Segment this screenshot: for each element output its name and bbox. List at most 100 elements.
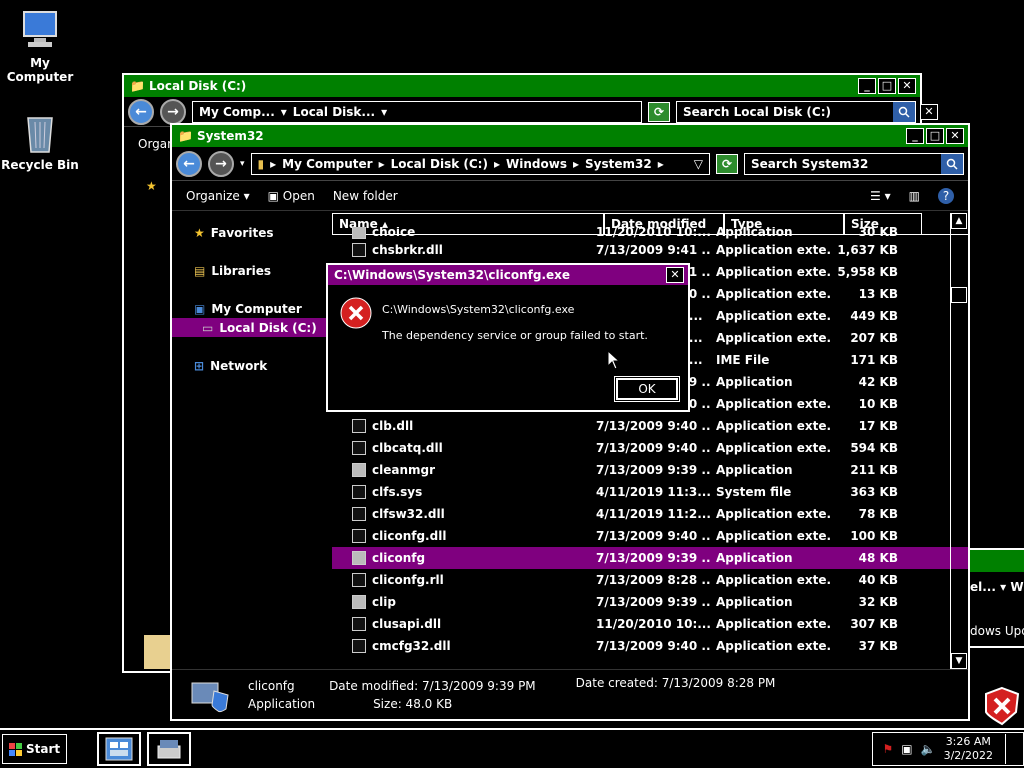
file-size: 17 KB — [858, 419, 898, 433]
file-row[interactable]: cliconfg 7/13/2009 9:39 ... Application 48 … — [332, 547, 968, 569]
breadcrumb-local-disk[interactable]: Local Disk (C:) — [391, 157, 488, 171]
breadcrumb-item[interactable]: My Comp... — [199, 105, 275, 119]
desktop-icon-my-computer[interactable]: My Computer — [0, 8, 80, 84]
title-bar[interactable]: 📁 Local Disk (C:) _ □ ✕ — [124, 75, 920, 97]
back-button[interactable]: ← — [128, 98, 154, 125]
maximize-button[interactable]: □ — [878, 78, 896, 94]
window-title: System32 — [196, 129, 264, 143]
file-row[interactable]: clbcatq.dll 7/13/2009 9:40 ... Application… — [332, 437, 968, 459]
close-button[interactable]: ✕ — [898, 78, 916, 94]
address-dropdown-icon[interactable]: ▽ — [694, 157, 703, 171]
title-bar[interactable]: 📁 System32 _ □ ✕ — [172, 125, 968, 147]
file-size: 40 KB — [858, 573, 898, 587]
file-name: cliconfg.dll — [372, 529, 447, 543]
help-icon[interactable]: ? — [938, 187, 954, 204]
clock-time: 3:26 AM — [945, 735, 991, 748]
scroll-up-arrow[interactable]: ▲ — [951, 213, 967, 229]
search-box[interactable] — [744, 152, 964, 175]
dialog-message: The dependency service or group failed t… — [382, 329, 648, 342]
forward-button[interactable]: → — [208, 150, 234, 177]
file-row[interactable]: clfsw32.dll 4/11/2019 11:2... Application … — [332, 503, 968, 525]
desktop-icon-recycle-bin[interactable]: Recycle Bin — [0, 110, 80, 172]
folder-icon: 📁 — [178, 129, 193, 143]
open-button[interactable]: ▣ Open — [268, 189, 315, 203]
search-icon[interactable] — [941, 153, 963, 174]
file-date: 7/13/2009 9:40 ... — [596, 529, 710, 543]
start-button[interactable]: Start — [2, 734, 68, 764]
file-row[interactable]: clb.dll 7/13/2009 9:40 ... Application ext… — [332, 415, 968, 437]
libraries-icon: ▤ — [194, 263, 206, 278]
security-shield-icon[interactable] — [982, 686, 1022, 729]
breadcrumb-system32[interactable]: System32 — [585, 157, 652, 171]
vertical-scrollbar[interactable]: ▲ ▼ — [950, 213, 968, 669]
file-type: Application exte... — [716, 419, 830, 433]
file-date: 4/11/2019 11:2... — [596, 507, 710, 521]
nav-network[interactable]: ⊞ Network — [172, 356, 330, 375]
organize-menu[interactable]: Organize ▾ — [186, 189, 250, 203]
nav-local-disk[interactable]: ▭ Local Disk (C:) — [172, 318, 330, 337]
ok-button[interactable]: OK — [614, 376, 680, 402]
forward-button[interactable]: → — [160, 98, 186, 125]
file-size: 1,637 KB — [837, 243, 898, 257]
back-button[interactable]: ← — [176, 150, 202, 177]
file-size: 363 KB — [850, 485, 898, 499]
dialog-title-bar[interactable]: C:\Windows\System32\cliconfg.exe ✕ — [328, 265, 688, 285]
file-icon — [352, 639, 366, 653]
clock[interactable]: 3:26 AM 3/2/2022 — [944, 735, 993, 763]
file-row[interactable]: clfs.sys 4/11/2019 11:3... System file 363 … — [332, 481, 968, 503]
nav-favorites[interactable]: ★ Favorites — [172, 223, 330, 242]
search-icon[interactable] — [893, 101, 915, 122]
window-title: Local Disk (C:) — [148, 79, 247, 93]
new-folder-button[interactable]: New folder — [333, 189, 398, 203]
file-row[interactable]: cleanmgr 7/13/2009 9:39 ... Application 211… — [332, 459, 968, 481]
address-bar[interactable]: My Comp... ▾ Local Disk... ▾ — [192, 100, 642, 123]
taskbar-server-manager[interactable] — [97, 732, 142, 766]
scroll-down-arrow[interactable]: ▼ — [951, 653, 967, 669]
view-options-icon[interactable]: ☰ ▾ — [870, 189, 891, 203]
network-icon[interactable]: ▣ — [901, 742, 912, 756]
nav-my-computer[interactable]: ▣ My Computer — [172, 299, 330, 318]
dialog-close-button[interactable]: ✕ — [666, 267, 684, 283]
details-pane: cliconfg Application Date modified: 7/13… — [172, 669, 968, 719]
file-type: Application exte... — [716, 507, 830, 521]
file-type: Application exte... — [716, 243, 830, 257]
file-size: 307 KB — [850, 617, 898, 631]
file-date: 7/13/2009 9:39 ... — [596, 463, 710, 477]
search-input[interactable] — [677, 101, 893, 122]
navigation-pane[interactable]: ★ Favorites ▤ Libraries ▣ My Computer ▭ Loca… — [172, 213, 330, 669]
taskbar-windows-explorer[interactable] — [147, 732, 192, 766]
breadcrumb-my-computer[interactable]: My Computer — [282, 157, 372, 171]
breadcrumb-windows[interactable]: Windows — [506, 157, 567, 171]
error-dialog[interactable]: C:\Windows\System32\cliconfg.exe ✕ C:\Wi… — [326, 263, 690, 412]
minimize-button[interactable]: _ — [906, 128, 924, 144]
scroll-thumb[interactable] — [951, 287, 967, 303]
show-desktop-button[interactable] — [1005, 734, 1013, 764]
close-button[interactable]: ✕ — [920, 104, 938, 120]
search-box[interactable] — [676, 100, 916, 123]
file-row[interactable]: choice 11/20/2010 10:... Application 30 KB — [332, 227, 968, 239]
background-window[interactable]: el... ▾ Wi dows Upd — [968, 548, 1024, 648]
file-row[interactable]: cliconfg.rll 7/13/2009 8:28 ... Applicatio… — [332, 569, 968, 591]
recent-pages-dropdown[interactable]: ▾ — [240, 159, 245, 169]
refresh-button[interactable]: ⟳ — [716, 153, 738, 174]
file-row[interactable]: clusapi.dll 11/20/2010 10:... Application … — [332, 613, 968, 635]
file-type: Application exte... — [716, 397, 830, 411]
file-row[interactable]: clip 7/13/2009 9:39 ... Application 32 KB — [332, 591, 968, 613]
address-bar[interactable]: ▮ ▸ My Computer ▸ Local Disk (C:) ▸ Window… — [250, 152, 710, 175]
file-row[interactable]: cliconfg.dll 7/13/2009 9:40 ... Applicatio… — [332, 525, 968, 547]
refresh-button[interactable]: ⟳ — [648, 101, 670, 122]
file-row[interactable]: cmcfg32.dll 7/13/2009 9:40 ... Application… — [332, 635, 968, 657]
search-input[interactable] — [745, 153, 941, 174]
recycle-bin-icon — [18, 110, 62, 154]
maximize-button[interactable]: □ — [926, 128, 944, 144]
volume-icon[interactable]: 🔈 — [921, 742, 936, 756]
system32-window[interactable]: 📁 System32 _ □ ✕ ← → ▾ ▮ ▸ My Computer ▸ … — [170, 123, 970, 721]
nav-libraries[interactable]: ▤ Libraries — [172, 261, 330, 280]
minimize-button[interactable]: _ — [858, 78, 876, 94]
file-row[interactable]: chsbrkr.dll 7/13/2009 9:41 ... Application… — [332, 239, 968, 261]
action-center-icon[interactable]: ⚑ — [883, 742, 894, 756]
close-button[interactable]: ✕ — [946, 128, 964, 144]
breadcrumb-item[interactable]: Local Disk... — [293, 105, 375, 119]
preview-pane-icon[interactable]: ▥ — [909, 189, 920, 203]
file-type: Application — [716, 227, 793, 239]
